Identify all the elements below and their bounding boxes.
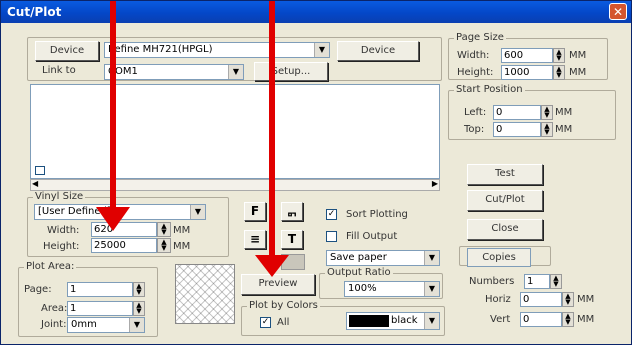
start-top-spinner[interactable]: ▲ ▼	[541, 122, 553, 137]
chevron-down-icon: ▼	[424, 313, 439, 329]
plot-page-label: Page:	[24, 284, 52, 295]
plot-area-spinner[interactable]: ▲ ▼	[133, 301, 145, 316]
close-window-button[interactable]: ✕	[609, 3, 627, 20]
preview-button[interactable]: Preview	[241, 274, 315, 295]
text-t-icon-button[interactable]: T	[281, 230, 303, 249]
vert-unit: MM	[577, 314, 595, 325]
plot-area-title: Plot Area:	[24, 261, 77, 272]
scroll-right-icon[interactable]: ▶	[432, 179, 438, 188]
fill-output-checkbox[interactable]	[326, 231, 337, 242]
horiz-unit: MM	[577, 294, 595, 305]
page-width-label: Width:	[457, 50, 490, 61]
color-name: black	[391, 315, 418, 326]
page-height-unit: MM	[569, 67, 587, 78]
link-to-label: Link to	[42, 65, 76, 76]
start-top-unit: MM	[555, 124, 573, 135]
align-lines-icon-button[interactable]: ≡	[244, 230, 266, 249]
output-ratio-value: 100%	[348, 283, 377, 294]
start-position-title: Start Position	[454, 84, 525, 95]
sort-plotting-checkbox[interactable]: ✓	[326, 209, 337, 220]
horiz-label: Horiz	[485, 294, 511, 305]
page-height-label: Height:	[457, 67, 494, 78]
device-combo[interactable]: Refine MH721(HPGL) ▼	[104, 42, 330, 58]
vinyl-height-label: Height:	[43, 241, 80, 252]
cut-plot-dialog: Cut/Plot ✕ Device Refine MH721(HPGL) ▼ D…	[0, 0, 632, 345]
cut-plot-button[interactable]: Cut/Plot	[467, 190, 543, 211]
chevron-down-icon: ▼	[129, 318, 144, 332]
chevron-down-icon: ▼	[228, 65, 243, 79]
pattern-preview-box	[175, 264, 235, 324]
output-ratio-combo[interactable]: 100% ▼	[344, 281, 440, 297]
sort-plotting-label: Sort Plotting	[346, 209, 408, 220]
plot-joint-value: 0mm	[71, 319, 97, 330]
vinyl-width-label: Width:	[47, 225, 80, 236]
all-colors-checkbox[interactable]: ✓	[260, 317, 271, 328]
chevron-down-icon: ▼	[424, 251, 439, 265]
page-width-unit: MM	[569, 50, 587, 61]
color-swatch	[349, 315, 389, 327]
plot-page-field[interactable]: 1	[67, 282, 133, 297]
annotation-arrow-left-shaft	[110, 1, 116, 209]
close-button[interactable]: Close	[467, 219, 543, 240]
start-left-spinner[interactable]: ▲ ▼	[541, 105, 553, 120]
output-ratio-title: Output Ratio	[325, 267, 393, 278]
color-combo[interactable]: black ▼	[346, 312, 440, 330]
vert-spinner[interactable]: ▲ ▼	[562, 312, 574, 327]
plot-area-label: Area:	[41, 303, 68, 314]
start-top-label: Top:	[464, 124, 485, 135]
window-title: Cut/Plot	[7, 5, 62, 19]
save-paper-value: Save paper	[330, 252, 387, 263]
vinyl-size-title: Vinyl Size	[33, 191, 86, 202]
chevron-down-icon: ▼	[424, 282, 439, 296]
small-square-icon	[35, 166, 45, 175]
vinyl-height-field[interactable]: 25000	[91, 238, 157, 253]
chevron-down-icon: ▼	[190, 205, 205, 219]
device-settings-button[interactable]: Device	[337, 41, 419, 61]
horiz-field[interactable]: 0	[520, 292, 562, 307]
setup-button[interactable]: Setup...	[254, 62, 328, 81]
device-combo-value: Refine MH721(HPGL)	[108, 44, 213, 55]
all-colors-label: All	[277, 317, 290, 328]
vinyl-width-spinner[interactable]: ▲ ▼	[157, 222, 171, 237]
symbol-icon-button[interactable]: ᇚ	[281, 202, 303, 221]
start-left-label: Left:	[464, 107, 487, 118]
page-width-spinner[interactable]: ▲ ▼	[553, 48, 565, 63]
chevron-down-icon: ▼	[314, 43, 329, 57]
page-size-title: Page Size	[454, 32, 506, 43]
horiz-spinner[interactable]: ▲ ▼	[562, 292, 574, 307]
vinyl-height-spinner[interactable]: ▲ ▼	[157, 238, 171, 253]
fill-f-icon-button[interactable]: F	[244, 202, 266, 221]
plot-page-spinner[interactable]: ▲ ▼	[133, 282, 145, 297]
vert-label: Vert	[490, 314, 511, 325]
page-height-field[interactable]: 1000	[501, 65, 553, 80]
plot-area-field[interactable]: 1	[67, 301, 133, 316]
copies-button[interactable]: Copies	[467, 248, 531, 267]
test-button[interactable]: Test	[467, 164, 543, 185]
link-combo[interactable]: COM1 ▼	[104, 64, 244, 80]
plot-joint-combo[interactable]: 0mm ▼	[67, 317, 145, 333]
fill-output-label: Fill Output	[346, 231, 398, 242]
plot-by-colors-title: Plot by Colors	[247, 300, 320, 311]
numbers-spinner[interactable]: ▲ ▼	[550, 274, 562, 289]
start-left-unit: MM	[555, 107, 573, 118]
device-button[interactable]: Device	[35, 41, 99, 61]
vinyl-height-unit: MM	[173, 241, 191, 252]
page-height-spinner[interactable]: ▲ ▼	[553, 65, 565, 80]
page-width-field[interactable]: 600	[501, 48, 553, 63]
vinyl-width-unit: MM	[173, 225, 191, 236]
numbers-field[interactable]: 1	[524, 274, 550, 289]
start-left-field[interactable]: 0	[493, 105, 541, 120]
start-top-field[interactable]: 0	[493, 122, 541, 137]
scroll-left-icon[interactable]: ◀	[32, 179, 38, 188]
numbers-label: Numbers	[469, 276, 515, 287]
horizontal-scrollbar[interactable]: ◀ ▶	[30, 179, 440, 191]
title-bar: Cut/Plot ✕	[1, 1, 631, 23]
annotation-arrow-left-head	[96, 207, 130, 231]
annotation-arrow-right-shaft	[269, 1, 275, 257]
save-paper-combo[interactable]: Save paper ▼	[326, 250, 440, 266]
vert-field[interactable]: 0	[520, 312, 562, 327]
preview-list-area[interactable]	[30, 84, 440, 179]
annotation-arrow-right-head	[255, 255, 289, 277]
plot-joint-label: Joint:	[41, 319, 67, 330]
